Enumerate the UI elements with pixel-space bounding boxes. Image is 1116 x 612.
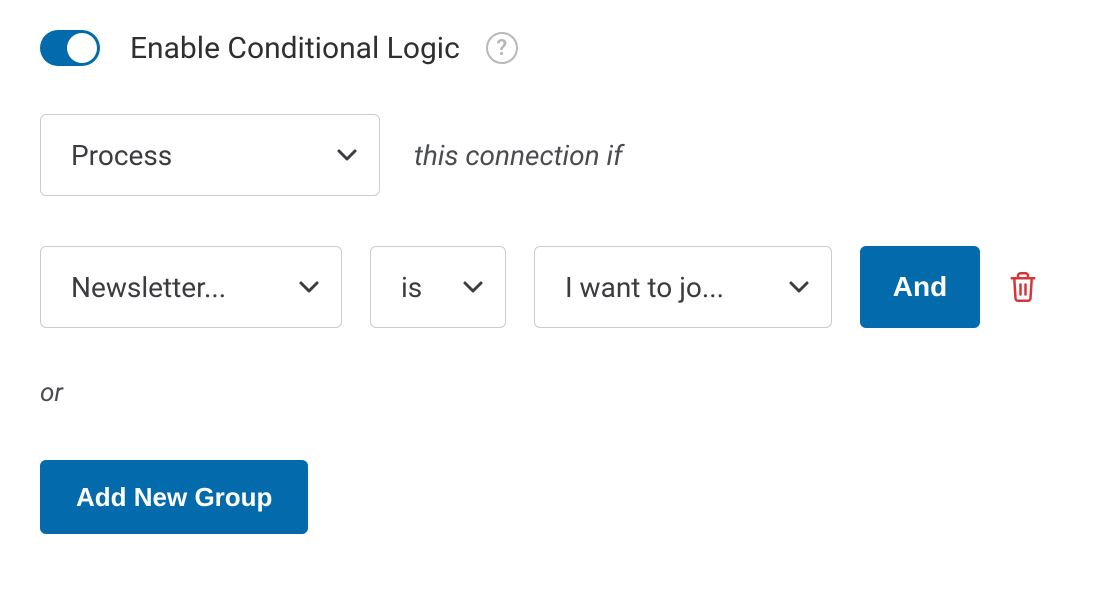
delete-rule-button[interactable] [1008,270,1038,304]
help-icon[interactable]: ? [486,32,518,64]
and-button[interactable]: And [860,246,980,328]
rule-operator-select[interactable]: is [370,246,506,328]
add-new-group-label: Add New Group [76,482,272,513]
or-label: or [40,378,1076,408]
chevron-down-icon [335,143,359,167]
rule-operator-label: is [401,271,422,304]
chevron-down-icon [787,275,811,299]
rule-field-select[interactable]: Newsletter... [40,246,342,328]
chevron-down-icon [461,275,485,299]
process-hint: this connection if [414,139,623,172]
process-select-label: Process [71,139,172,172]
trash-icon [1008,270,1038,304]
enable-label: Enable Conditional Logic [130,31,460,66]
help-glyph: ? [496,36,507,61]
toggle-knob [67,33,97,63]
chevron-down-icon [297,275,321,299]
process-select[interactable]: Process [40,114,380,196]
and-button-label: And [893,271,947,303]
rule-value-select[interactable]: I want to jo... [534,246,832,328]
rule-value-label: I want to jo... [565,271,724,304]
rule-field-label: Newsletter... [71,271,226,304]
enable-toggle[interactable] [40,30,100,66]
add-new-group-button[interactable]: Add New Group [40,460,308,534]
